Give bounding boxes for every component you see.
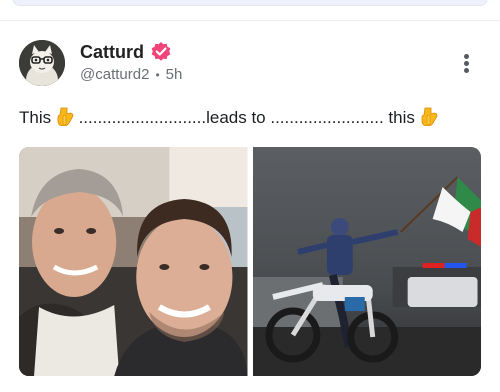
photo-motorcycle-flag-protest — [252, 147, 481, 376]
post-text-part1: This — [19, 108, 56, 127]
post-media-grid — [19, 147, 481, 376]
post-text: This ...........................leads to… — [19, 107, 489, 128]
author-name[interactable]: Catturd — [80, 42, 144, 63]
point-down-emoji — [57, 107, 74, 126]
meta-separator: • — [155, 67, 160, 82]
more-vertical-icon[interactable] — [455, 49, 479, 79]
avatar[interactable] — [19, 40, 65, 86]
media-photo-right[interactable] — [252, 147, 481, 376]
point-down-emoji — [421, 107, 438, 126]
post-meta: @catturd2 • 5h — [80, 66, 182, 83]
verified-badge-icon — [151, 42, 171, 61]
photo-selfie-two-men — [19, 147, 248, 376]
media-photo-left[interactable] — [19, 147, 248, 376]
top-search-bar[interactable] — [12, 0, 488, 6]
post-text-part2: ...........................leads to ....… — [73, 108, 420, 127]
post-author: Catturd @catturd2 • 5h — [80, 41, 182, 84]
post-card[interactable]: Catturd @catturd2 • 5h This ............… — [0, 21, 500, 392]
author-name-row: Catturd — [80, 41, 182, 63]
author-handle[interactable]: @catturd2 — [80, 66, 149, 83]
post-timestamp[interactable]: 5h — [166, 66, 183, 83]
